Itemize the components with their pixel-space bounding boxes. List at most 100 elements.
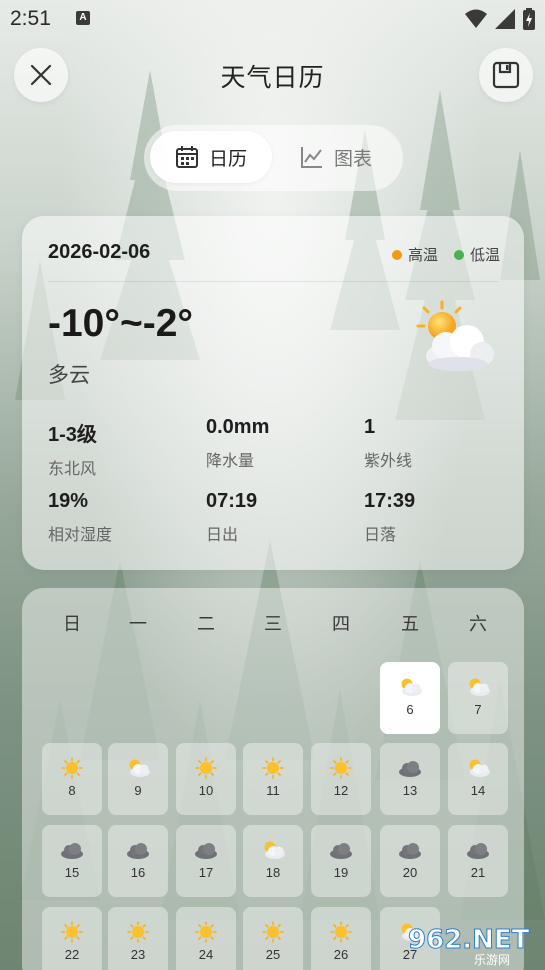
cloud-icon bbox=[59, 839, 85, 861]
stat-precipitation: 0.0mm 降水量 bbox=[206, 416, 269, 471]
calendar-day-number: 24 bbox=[198, 947, 214, 962]
weekday-header: 六 bbox=[469, 614, 487, 634]
calendar-day-number: 17 bbox=[198, 865, 214, 880]
tab-chart[interactable]: 图表 bbox=[275, 131, 397, 183]
sun-icon bbox=[193, 921, 219, 943]
calendar-day-number: 21 bbox=[470, 865, 486, 880]
calendar-day[interactable]: 7 bbox=[448, 662, 508, 734]
stat-humidity: 19% 相对湿度 bbox=[48, 490, 112, 545]
status-bar: 2:51 A bbox=[0, 0, 545, 38]
calendar-day[interactable]: 14 bbox=[448, 743, 508, 815]
weekday-header: 日 bbox=[63, 614, 81, 634]
calendar-day[interactable]: 18 bbox=[243, 825, 303, 897]
weekday-header: 三 bbox=[264, 614, 282, 634]
calendar-day-number: 25 bbox=[265, 947, 281, 962]
calendar-day-number: 16 bbox=[130, 865, 146, 880]
selected-date: 2026-02-06 bbox=[48, 241, 151, 263]
partly-cloudy-icon bbox=[465, 676, 491, 698]
calendar-card: 日 一 二 三 四 五 六 6 7 8 9 10 11 12 13 14 15 16 17 18 19 20 21 22 23 2… bbox=[22, 588, 524, 970]
stat-uv-value: 1 bbox=[364, 416, 376, 438]
system-icons bbox=[465, 8, 535, 30]
calendar-day-number: 20 bbox=[402, 865, 418, 880]
tab-calendar-label: 日历 bbox=[208, 148, 247, 170]
divider bbox=[48, 281, 498, 282]
chart-icon bbox=[300, 147, 322, 168]
legend-low: 低温 bbox=[453, 244, 500, 265]
calendar-day[interactable]: 16 bbox=[108, 825, 168, 897]
temperature-legend: 高温 低温 bbox=[391, 244, 500, 265]
calendar-day[interactable]: 10 bbox=[176, 743, 236, 815]
tab-chart-label: 图表 bbox=[333, 148, 372, 170]
calendar-day-number: 23 bbox=[130, 947, 146, 962]
weekday-header: 二 bbox=[197, 614, 215, 634]
stat-humidity-value: 19% bbox=[48, 490, 89, 512]
save-button[interactable] bbox=[479, 48, 533, 102]
stat-wind-value: 1-3级 bbox=[48, 424, 97, 446]
calendar-day-number: 14 bbox=[470, 783, 486, 798]
partly-cloudy-icon bbox=[125, 757, 151, 779]
stat-sunrise-label: 日出 bbox=[206, 527, 239, 544]
cloud-icon bbox=[328, 839, 354, 861]
calendar-day[interactable]: 15 bbox=[42, 825, 102, 897]
partly-cloudy-icon bbox=[260, 839, 286, 861]
partly-cloudy-icon bbox=[397, 676, 423, 698]
low-temp-dot bbox=[453, 249, 464, 260]
sun-icon bbox=[328, 921, 354, 943]
sun-icon bbox=[125, 921, 151, 943]
calendar-day-number: 9 bbox=[134, 783, 142, 798]
temperature-range: -10°~-2° bbox=[48, 302, 194, 345]
stat-precipitation-value: 0.0mm bbox=[206, 416, 270, 438]
calendar-day-number: 7 bbox=[474, 702, 482, 717]
legend-low-label: 低温 bbox=[469, 247, 500, 264]
calendar-day[interactable]: 23 bbox=[108, 907, 168, 970]
calendar-day-number: 22 bbox=[64, 947, 80, 962]
watermark-text: 962.NET bbox=[408, 925, 530, 955]
notification-badge: A bbox=[76, 11, 90, 25]
watermark-sub: 乐游网 bbox=[474, 953, 510, 967]
calendar-day[interactable]: 13 bbox=[380, 743, 440, 815]
calendar-day[interactable]: 17 bbox=[176, 825, 236, 897]
status-time: 2:51 bbox=[10, 7, 51, 30]
weekday-header: 一 bbox=[129, 614, 147, 634]
calendar-day[interactable]: 20 bbox=[380, 825, 440, 897]
calendar-day-number: 11 bbox=[266, 783, 280, 798]
calendar-day[interactable]: 6 bbox=[380, 662, 440, 734]
stat-uv-label: 紫外线 bbox=[364, 453, 413, 470]
page-title: 天气日历 bbox=[220, 64, 325, 92]
save-icon bbox=[492, 61, 520, 89]
calendar-day[interactable]: 9 bbox=[108, 743, 168, 815]
calendar-day[interactable]: 12 bbox=[311, 743, 371, 815]
sun-icon bbox=[59, 757, 85, 779]
stat-uv: 1 紫外线 bbox=[364, 416, 412, 471]
calendar-day-number: 8 bbox=[68, 783, 76, 798]
wifi-icon bbox=[465, 9, 487, 28]
weekday-header: 五 bbox=[401, 614, 419, 634]
legend-high: 高温 bbox=[391, 244, 438, 265]
battery-icon bbox=[523, 8, 535, 30]
calendar-day[interactable]: 19 bbox=[311, 825, 371, 897]
signal-icon bbox=[495, 9, 515, 29]
sun-icon bbox=[59, 921, 85, 943]
stat-sunrise: 07:19 日出 bbox=[206, 490, 257, 545]
calendar-day[interactable]: 11 bbox=[243, 743, 303, 815]
partly-cloudy-icon bbox=[465, 757, 491, 779]
calendar-day[interactable]: 8 bbox=[42, 743, 102, 815]
calendar-day-number: 10 bbox=[198, 783, 214, 798]
stat-sunset-value: 17:39 bbox=[364, 490, 416, 512]
calendar-day-number: 18 bbox=[265, 865, 281, 880]
stat-wind-label: 东北风 bbox=[48, 461, 97, 478]
cloud-icon bbox=[193, 839, 219, 861]
partly-cloudy-large-icon bbox=[416, 300, 494, 371]
calendar-day-number: 19 bbox=[333, 865, 349, 880]
calendar-day[interactable]: 21 bbox=[448, 825, 508, 897]
cloud-icon bbox=[397, 757, 423, 779]
calendar-day-number: 6 bbox=[406, 702, 414, 717]
calendar-day[interactable]: 22 bbox=[42, 907, 102, 970]
stat-sunset-label: 日落 bbox=[364, 527, 397, 544]
calendar-day[interactable]: 24 bbox=[176, 907, 236, 970]
legend-high-label: 高温 bbox=[407, 247, 438, 264]
calendar-day[interactable]: 26 bbox=[311, 907, 371, 970]
calendar-day[interactable]: 25 bbox=[243, 907, 303, 970]
cloud-icon bbox=[397, 839, 423, 861]
tab-calendar[interactable]: 日历 bbox=[150, 131, 272, 183]
